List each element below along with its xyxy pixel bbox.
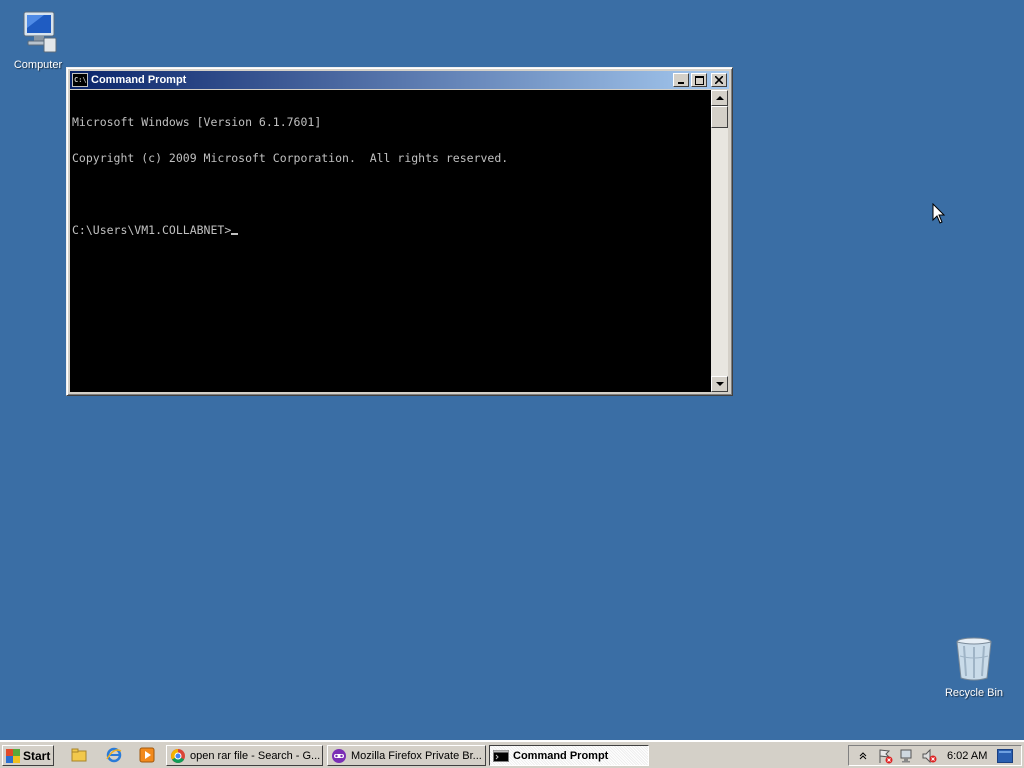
volume-muted-icon (922, 748, 937, 763)
clock[interactable]: 6:02 AM (947, 750, 987, 762)
window-title: Command Prompt (91, 74, 187, 86)
console-prompt: C:\Users\VM1.COLLABNET> (72, 223, 232, 237)
console-icon (493, 749, 509, 762)
internet-explorer-icon[interactable] (106, 747, 122, 763)
chrome-icon (171, 748, 185, 763)
command-prompt-window[interactable]: C:\ Command Prompt Microsoft Windows [Ve… (66, 67, 733, 396)
console-line: Microsoft Windows [Version 6.1.7601] (72, 115, 322, 129)
maximize-button[interactable] (691, 73, 707, 87)
scroll-up-button[interactable] (711, 90, 728, 106)
console-prompt-line: C:\Users\VM1.COLLABNET> (72, 224, 709, 236)
system-tray: 6:02 AM (848, 745, 1022, 766)
show-desktop-button[interactable] (997, 748, 1014, 764)
chevron-up-icon (859, 751, 867, 759)
computer-icon (23, 11, 57, 53)
text-cursor (231, 233, 239, 235)
desktop-icon-label: Computer (13, 59, 63, 71)
flag-error-icon (879, 748, 893, 763)
task-button-firefox-private[interactable]: Mozilla Firefox Private Br... (327, 745, 486, 766)
minimize-button[interactable] (673, 73, 689, 87)
console-app-icon: C:\ (72, 73, 88, 87)
recycle-bin-icon (956, 637, 992, 681)
show-hidden-icons-button[interactable] (855, 748, 871, 764)
task-button-label: open rar file - Search - G... (190, 749, 321, 762)
scroll-thumb[interactable] (711, 106, 728, 128)
task-button-command-prompt[interactable]: Command Prompt (489, 745, 649, 766)
desktop-icon-label: Recycle Bin (944, 687, 1004, 699)
desktop-icon-recycle-bin[interactable]: Recycle Bin (936, 636, 1012, 699)
close-icon (715, 76, 723, 84)
tray-volume[interactable] (921, 748, 937, 764)
show-desktop-icon (997, 748, 1014, 763)
close-button[interactable] (711, 73, 727, 87)
console-output[interactable]: Microsoft Windows [Version 6.1.7601] Cop… (70, 90, 711, 392)
task-button-label: Mozilla Firefox Private Br... (351, 749, 482, 762)
network-icon (900, 749, 912, 762)
mouse-pointer-icon (932, 203, 946, 224)
minimize-icon (678, 82, 684, 84)
windows-logo-icon (6, 748, 20, 763)
maximize-icon (694, 75, 704, 85)
tray-action-center[interactable] (877, 748, 893, 764)
windows-explorer-icon[interactable] (71, 747, 87, 763)
firefox-private-icon (332, 748, 346, 763)
scroll-down-button[interactable] (711, 376, 728, 392)
vertical-scrollbar[interactable] (711, 90, 728, 392)
desktop-icon-computer[interactable]: Computer (0, 8, 76, 71)
window-titlebar[interactable]: C:\ Command Prompt (70, 71, 729, 89)
task-button-label: Command Prompt (513, 749, 609, 762)
arrow-up-icon (715, 96, 724, 100)
arrow-down-icon (715, 382, 724, 386)
tray-network[interactable] (899, 748, 915, 764)
console-line: Copyright (c) 2009 Microsoft Corporation… (72, 151, 509, 165)
taskbar: Start open rar file - Search - G... Mozi… (0, 740, 1024, 768)
start-label: Start (23, 748, 51, 763)
task-button-search[interactable]: open rar file - Search - G... (166, 745, 323, 766)
start-button[interactable]: Start (2, 745, 54, 766)
media-player-icon[interactable] (139, 747, 155, 763)
